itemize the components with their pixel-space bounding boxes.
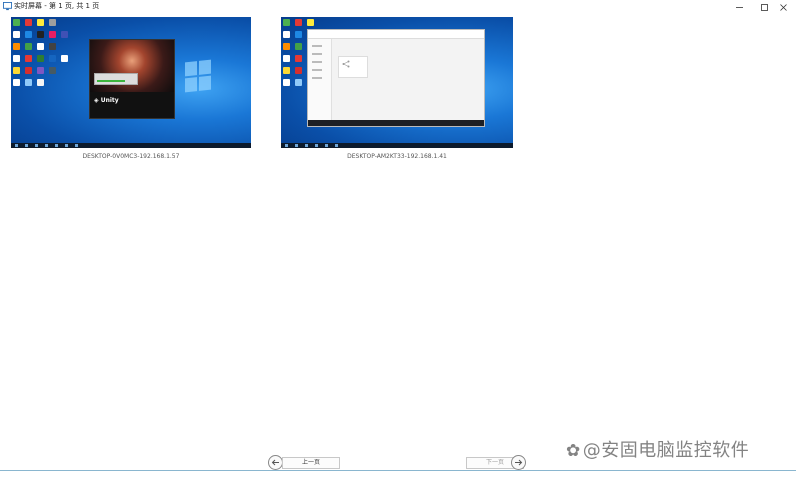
arrow-left-icon (271, 459, 279, 466)
share-card (338, 56, 368, 78)
app-footer (308, 120, 484, 126)
status-divider (0, 470, 796, 471)
taskbar (281, 143, 513, 148)
prev-page-label[interactable]: 上一页 (282, 457, 340, 469)
unity-launcher-window: ◈ Unity (89, 39, 175, 119)
close-button[interactable] (770, 0, 796, 14)
unity-icon: ◈ Unity (94, 97, 119, 104)
app-window (307, 29, 485, 127)
prev-page-control[interactable]: 上一页 (268, 455, 340, 471)
arrow-right-icon (515, 459, 523, 466)
share-icon (342, 60, 350, 68)
desktop-preview[interactable] (281, 17, 513, 148)
watermark-text: @安固电脑监控软件 (582, 440, 750, 461)
desktop-preview[interactable]: ◈ Unity (11, 17, 251, 148)
prev-page-button[interactable] (268, 455, 283, 470)
title-bar: 实时屏幕 - 第 1 页, 共 1 页 (0, 0, 796, 14)
monitor-icon (3, 2, 12, 11)
screen-caption: DESKTOP-0V0MC3-192.168.1.57 (82, 153, 180, 160)
next-page-button[interactable] (511, 455, 526, 470)
close-icon (779, 3, 787, 11)
window-title: 实时屏幕 - 第 1 页, 共 1 页 (14, 2, 100, 10)
windows-logo-icon (185, 59, 211, 93)
minimize-button[interactable] (726, 0, 752, 14)
app-header (308, 30, 484, 39)
minimize-icon (735, 6, 743, 8)
screen-caption: DESKTOP-AM2KT33-192.168.1.41 (347, 153, 447, 160)
taskbar (11, 143, 251, 148)
unity-label: Unity (100, 97, 119, 104)
watermark: ✿ @安固电脑监控软件 (566, 436, 749, 462)
progress-dialog (94, 73, 138, 85)
app-sidebar (308, 39, 332, 121)
paw-icon: ✿ (566, 441, 581, 461)
maximize-icon (760, 3, 768, 11)
next-page-control[interactable]: 下一页 (466, 455, 528, 471)
desktop-icons (13, 19, 70, 91)
